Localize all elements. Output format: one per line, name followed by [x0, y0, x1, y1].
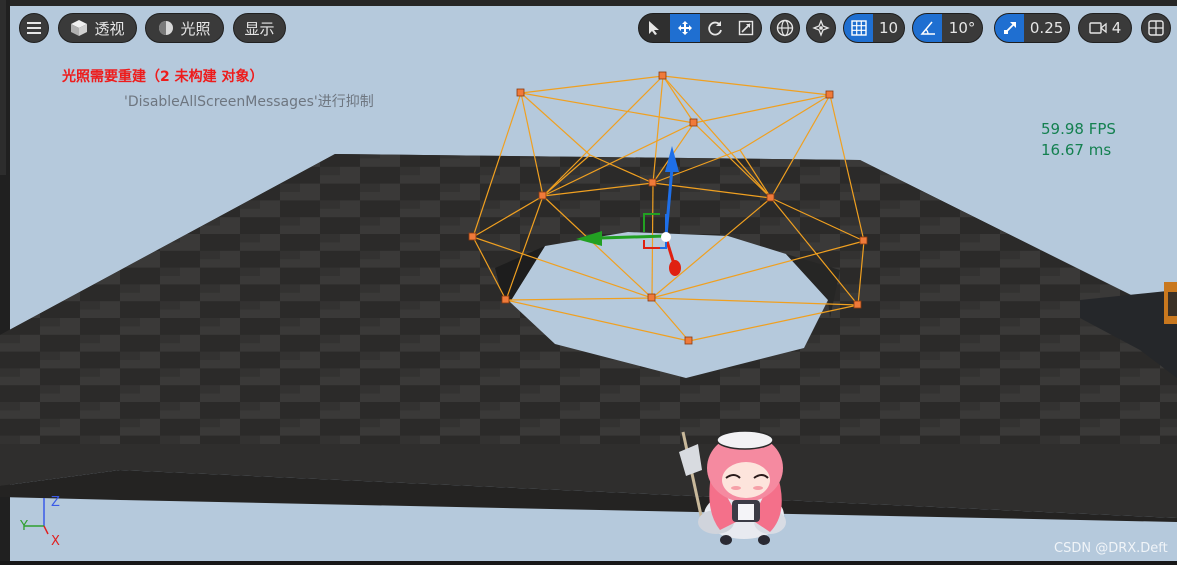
level-viewport[interactable]: 透视 光照 显示 10 10° 0.25 4 光照需要重建（2 未构建 对象） … [0, 0, 1177, 565]
viewport-layout-button[interactable] [1141, 13, 1171, 43]
frame-time-stat: 16.67 ms [1041, 141, 1112, 159]
hamburger-icon [27, 22, 41, 34]
y-axis-label: Y [19, 519, 28, 534]
scale-tool-button[interactable] [730, 14, 761, 42]
lighting-mode-label: 光照 [180, 19, 211, 38]
rotate-tool-button[interactable] [700, 14, 731, 42]
rotation-snap-group: 10° [912, 13, 983, 43]
scale-icon [738, 20, 753, 36]
translate-tool-button[interactable] [669, 14, 700, 42]
axis-indicator: Z Y X [19, 495, 60, 546]
viewport-layout-icon [1148, 20, 1164, 36]
rotation-snap-value[interactable]: 10° [942, 14, 982, 42]
camera-icon [1089, 22, 1107, 34]
viewport-bottom-border [0, 561, 1177, 565]
scale-snap-icon [1003, 22, 1016, 34]
show-flags-label: 显示 [244, 19, 275, 38]
view-mode-button[interactable]: 透视 [58, 13, 137, 43]
scale-snap-group: 0.25 [994, 13, 1070, 43]
rotate-icon [708, 21, 723, 36]
grid-snap-group: 10 [843, 13, 905, 43]
rotation-snap-toggle[interactable] [913, 14, 943, 42]
fps-stat: 59.98 FPS [1041, 120, 1116, 138]
transform-tools-group [638, 13, 762, 43]
sphere-icon [159, 21, 174, 35]
scale-snap-value[interactable]: 0.25 [1024, 14, 1069, 42]
character-sprite[interactable] [679, 430, 786, 545]
camera-speed-value: 4 [1111, 19, 1122, 37]
suppress-messages-hint: 'DisableAllScreenMessages'进行抑制 [124, 94, 374, 110]
view-mode-label: 透视 [94, 19, 125, 38]
show-flags-button[interactable]: 显示 [233, 13, 286, 43]
watermark: CSDN @DRX.Deft [1054, 541, 1168, 556]
world-space-button[interactable] [770, 13, 800, 43]
z-axis-label: Z [51, 495, 60, 510]
select-tool-button[interactable] [639, 14, 670, 42]
angle-icon [919, 21, 935, 35]
viewport-menu-button[interactable] [19, 13, 49, 43]
lighting-rebuild-warning: 光照需要重建（2 未构建 对象） [62, 69, 264, 85]
lighting-mode-button[interactable]: 光照 [145, 13, 224, 43]
globe-icon [776, 19, 794, 37]
x-axis-line [43, 525, 49, 535]
scale-snap-toggle[interactable] [995, 14, 1025, 42]
surface-snap-button[interactable] [806, 13, 836, 43]
select-icon [649, 21, 660, 35]
translate-icon [677, 21, 692, 35]
grid-snap-toggle[interactable] [844, 14, 874, 42]
cube-icon [71, 20, 88, 36]
surface-snap-icon [812, 19, 830, 37]
camera-speed-button[interactable]: 4 [1078, 13, 1132, 43]
grid-snap-value[interactable]: 10 [873, 14, 904, 42]
x-axis-label: X [51, 534, 60, 546]
grid-icon [850, 20, 867, 36]
